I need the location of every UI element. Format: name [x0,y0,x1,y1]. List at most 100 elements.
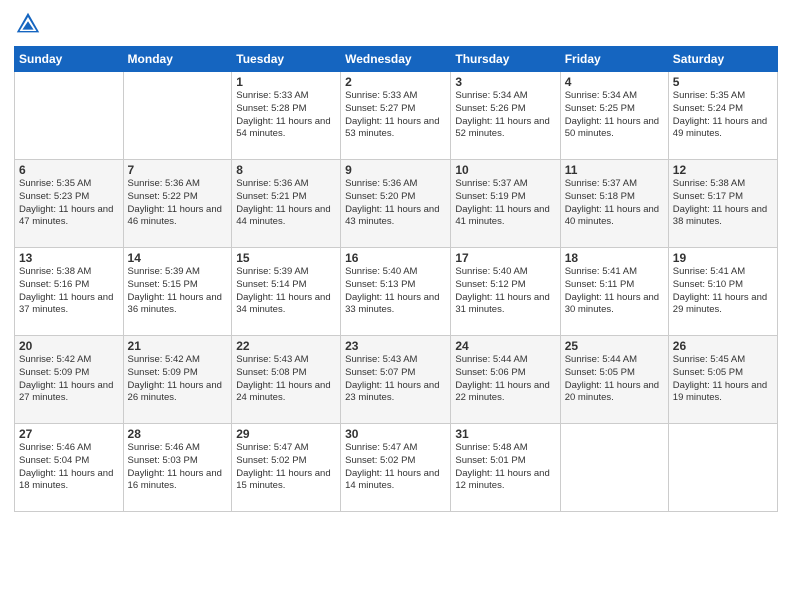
day-info: Sunrise: 5:46 AM Sunset: 5:04 PM Dayligh… [19,442,119,493]
day-info: Sunrise: 5:39 AM Sunset: 5:15 PM Dayligh… [128,266,228,317]
calendar-cell: 21Sunrise: 5:42 AM Sunset: 5:09 PM Dayli… [123,336,232,424]
day-number: 4 [565,75,664,89]
day-number: 13 [19,251,119,265]
calendar-cell: 29Sunrise: 5:47 AM Sunset: 5:02 PM Dayli… [232,424,341,512]
calendar-cell: 28Sunrise: 5:46 AM Sunset: 5:03 PM Dayli… [123,424,232,512]
logo [14,10,44,38]
calendar-cell: 8Sunrise: 5:36 AM Sunset: 5:21 PM Daylig… [232,160,341,248]
day-number: 6 [19,163,119,177]
calendar-cell: 4Sunrise: 5:34 AM Sunset: 5:25 PM Daylig… [560,72,668,160]
day-number: 24 [455,339,555,353]
day-info: Sunrise: 5:48 AM Sunset: 5:01 PM Dayligh… [455,442,555,493]
calendar-cell [560,424,668,512]
day-info: Sunrise: 5:42 AM Sunset: 5:09 PM Dayligh… [19,354,119,405]
day-info: Sunrise: 5:36 AM Sunset: 5:22 PM Dayligh… [128,178,228,229]
calendar-week-4: 20Sunrise: 5:42 AM Sunset: 5:09 PM Dayli… [15,336,778,424]
day-number: 30 [345,427,446,441]
day-number: 1 [236,75,336,89]
calendar-cell: 3Sunrise: 5:34 AM Sunset: 5:26 PM Daylig… [451,72,560,160]
day-number: 23 [345,339,446,353]
header [14,10,778,38]
day-info: Sunrise: 5:43 AM Sunset: 5:08 PM Dayligh… [236,354,336,405]
calendar-cell: 22Sunrise: 5:43 AM Sunset: 5:08 PM Dayli… [232,336,341,424]
day-number: 26 [673,339,773,353]
day-number: 17 [455,251,555,265]
day-number: 28 [128,427,228,441]
calendar-cell: 30Sunrise: 5:47 AM Sunset: 5:02 PM Dayli… [341,424,451,512]
day-info: Sunrise: 5:47 AM Sunset: 5:02 PM Dayligh… [236,442,336,493]
calendar-cell: 5Sunrise: 5:35 AM Sunset: 5:24 PM Daylig… [668,72,777,160]
calendar-cell: 12Sunrise: 5:38 AM Sunset: 5:17 PM Dayli… [668,160,777,248]
day-info: Sunrise: 5:34 AM Sunset: 5:26 PM Dayligh… [455,90,555,141]
calendar-cell: 19Sunrise: 5:41 AM Sunset: 5:10 PM Dayli… [668,248,777,336]
day-number: 10 [455,163,555,177]
calendar-cell: 31Sunrise: 5:48 AM Sunset: 5:01 PM Dayli… [451,424,560,512]
calendar-cell: 18Sunrise: 5:41 AM Sunset: 5:11 PM Dayli… [560,248,668,336]
calendar-cell: 15Sunrise: 5:39 AM Sunset: 5:14 PM Dayli… [232,248,341,336]
day-info: Sunrise: 5:43 AM Sunset: 5:07 PM Dayligh… [345,354,446,405]
day-number: 11 [565,163,664,177]
day-number: 22 [236,339,336,353]
calendar-cell: 23Sunrise: 5:43 AM Sunset: 5:07 PM Dayli… [341,336,451,424]
day-info: Sunrise: 5:46 AM Sunset: 5:03 PM Dayligh… [128,442,228,493]
day-number: 2 [345,75,446,89]
calendar-week-3: 13Sunrise: 5:38 AM Sunset: 5:16 PM Dayli… [15,248,778,336]
calendar-cell: 10Sunrise: 5:37 AM Sunset: 5:19 PM Dayli… [451,160,560,248]
weekday-header-saturday: Saturday [668,47,777,72]
day-info: Sunrise: 5:44 AM Sunset: 5:05 PM Dayligh… [565,354,664,405]
weekday-header-sunday: Sunday [15,47,124,72]
calendar-table: SundayMondayTuesdayWednesdayThursdayFrid… [14,46,778,512]
calendar-cell: 16Sunrise: 5:40 AM Sunset: 5:13 PM Dayli… [341,248,451,336]
day-number: 27 [19,427,119,441]
day-info: Sunrise: 5:36 AM Sunset: 5:21 PM Dayligh… [236,178,336,229]
page: SundayMondayTuesdayWednesdayThursdayFrid… [0,0,792,612]
day-number: 7 [128,163,228,177]
day-number: 9 [345,163,446,177]
calendar-cell: 6Sunrise: 5:35 AM Sunset: 5:23 PM Daylig… [15,160,124,248]
calendar-cell [123,72,232,160]
calendar-header-row: SundayMondayTuesdayWednesdayThursdayFrid… [15,47,778,72]
day-number: 31 [455,427,555,441]
weekday-header-thursday: Thursday [451,47,560,72]
day-number: 15 [236,251,336,265]
day-number: 29 [236,427,336,441]
day-info: Sunrise: 5:38 AM Sunset: 5:17 PM Dayligh… [673,178,773,229]
calendar-cell: 24Sunrise: 5:44 AM Sunset: 5:06 PM Dayli… [451,336,560,424]
day-info: Sunrise: 5:37 AM Sunset: 5:18 PM Dayligh… [565,178,664,229]
day-info: Sunrise: 5:42 AM Sunset: 5:09 PM Dayligh… [128,354,228,405]
calendar-cell: 14Sunrise: 5:39 AM Sunset: 5:15 PM Dayli… [123,248,232,336]
day-info: Sunrise: 5:39 AM Sunset: 5:14 PM Dayligh… [236,266,336,317]
calendar-cell [15,72,124,160]
day-number: 14 [128,251,228,265]
calendar-cell: 9Sunrise: 5:36 AM Sunset: 5:20 PM Daylig… [341,160,451,248]
calendar-cell: 13Sunrise: 5:38 AM Sunset: 5:16 PM Dayli… [15,248,124,336]
weekday-header-wednesday: Wednesday [341,47,451,72]
day-number: 18 [565,251,664,265]
calendar-cell: 25Sunrise: 5:44 AM Sunset: 5:05 PM Dayli… [560,336,668,424]
weekday-header-tuesday: Tuesday [232,47,341,72]
day-info: Sunrise: 5:45 AM Sunset: 5:05 PM Dayligh… [673,354,773,405]
day-info: Sunrise: 5:40 AM Sunset: 5:13 PM Dayligh… [345,266,446,317]
day-number: 3 [455,75,555,89]
day-number: 19 [673,251,773,265]
weekday-header-friday: Friday [560,47,668,72]
calendar-cell [668,424,777,512]
day-info: Sunrise: 5:44 AM Sunset: 5:06 PM Dayligh… [455,354,555,405]
day-number: 12 [673,163,773,177]
calendar-cell: 27Sunrise: 5:46 AM Sunset: 5:04 PM Dayli… [15,424,124,512]
calendar-cell: 20Sunrise: 5:42 AM Sunset: 5:09 PM Dayli… [15,336,124,424]
calendar-cell: 7Sunrise: 5:36 AM Sunset: 5:22 PM Daylig… [123,160,232,248]
day-info: Sunrise: 5:35 AM Sunset: 5:24 PM Dayligh… [673,90,773,141]
day-number: 5 [673,75,773,89]
calendar-week-1: 1Sunrise: 5:33 AM Sunset: 5:28 PM Daylig… [15,72,778,160]
day-info: Sunrise: 5:37 AM Sunset: 5:19 PM Dayligh… [455,178,555,229]
calendar-cell: 1Sunrise: 5:33 AM Sunset: 5:28 PM Daylig… [232,72,341,160]
day-info: Sunrise: 5:41 AM Sunset: 5:11 PM Dayligh… [565,266,664,317]
calendar-week-2: 6Sunrise: 5:35 AM Sunset: 5:23 PM Daylig… [15,160,778,248]
day-number: 20 [19,339,119,353]
day-info: Sunrise: 5:47 AM Sunset: 5:02 PM Dayligh… [345,442,446,493]
day-info: Sunrise: 5:35 AM Sunset: 5:23 PM Dayligh… [19,178,119,229]
day-info: Sunrise: 5:33 AM Sunset: 5:28 PM Dayligh… [236,90,336,141]
calendar-cell: 17Sunrise: 5:40 AM Sunset: 5:12 PM Dayli… [451,248,560,336]
day-info: Sunrise: 5:36 AM Sunset: 5:20 PM Dayligh… [345,178,446,229]
